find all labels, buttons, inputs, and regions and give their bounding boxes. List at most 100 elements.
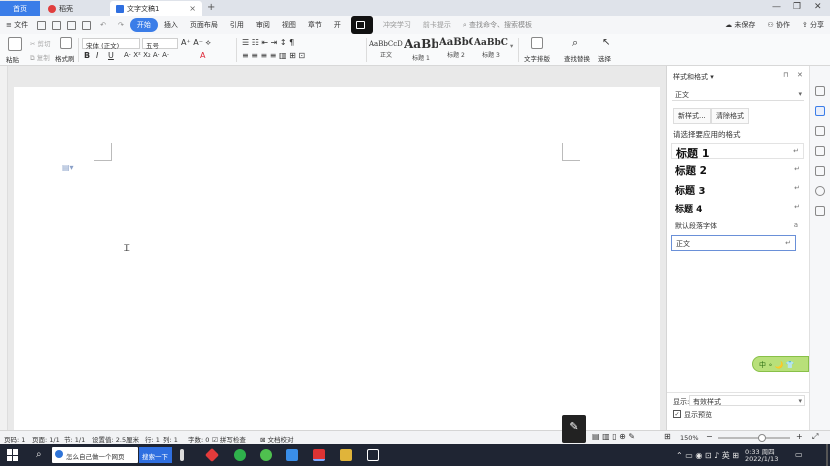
record-camera-icon[interactable] (350, 16, 373, 34)
style-item-heading-4[interactable]: 标题 4 ↵ (671, 200, 804, 216)
section-number[interactable]: 节: 1/1 (64, 434, 85, 444)
pen-icon[interactable] (815, 106, 825, 116)
list-indent-icons[interactable]: ☰ ☷ ⇤ ⇥ ↕ ¶ (242, 38, 294, 47)
close-tab-icon[interactable]: × (189, 4, 196, 13)
tab-page-layout[interactable]: 页面布局 (184, 20, 224, 30)
text-layout-icon[interactable] (531, 37, 543, 49)
underline-icon[interactable]: U (108, 51, 114, 60)
taskbar-search-box[interactable]: 怎么自己做一个网页 (52, 447, 138, 463)
style-tool-icon[interactable] (815, 86, 825, 96)
table-tool-icon[interactable] (815, 206, 825, 216)
view-mode-icons[interactable]: ▤ ▥ ▯ ⊕ ✎ (592, 432, 635, 441)
tab-docer[interactable]: 稻壳 (42, 1, 108, 16)
pen-annotation-icon[interactable]: ✎ (562, 415, 586, 443)
style-item-heading-1[interactable]: 标题 1 ↵ (671, 143, 804, 160)
paste-button[interactable]: 粘贴 (6, 54, 19, 64)
minimize-button[interactable]: — (772, 2, 781, 12)
zoom-slider-handle[interactable] (758, 434, 766, 442)
current-style-select[interactable]: 正文 ▾ (672, 88, 804, 101)
search-command[interactable]: ⌕ 查找命令、搜索模板 (457, 20, 538, 30)
select-button[interactable]: 选择 (598, 53, 611, 63)
word-count[interactable]: 字数: 0 (188, 434, 209, 444)
clear-format-button[interactable]: 清除格式 (711, 108, 749, 124)
ime-float-widget[interactable]: 中 ∘ 🌙 👕 (752, 356, 809, 372)
panel-close-icon[interactable]: ✕ (797, 71, 803, 79)
file-explorer-icon[interactable] (180, 449, 184, 461)
close-window-button[interactable]: ✕ (814, 2, 822, 12)
app-green-icon[interactable] (234, 449, 246, 461)
paragraph-layout-icon[interactable]: ▤▾ (62, 163, 74, 172)
open-icon[interactable] (37, 20, 47, 30)
page-count[interactable]: 页面: 1/1 (32, 434, 60, 444)
zoom-slider[interactable] (718, 434, 790, 442)
notification-icon[interactable]: ▭ (795, 450, 803, 459)
collab-button[interactable]: ⚇ 协作 (761, 20, 796, 30)
font-name-select[interactable]: 宋体 (正文) (82, 38, 140, 50)
tab-view[interactable]: 视图 (276, 20, 302, 30)
preview-checkbox[interactable]: ✓ (673, 410, 681, 418)
style-item-normal[interactable]: 正文 ↵ (671, 235, 796, 251)
shape-tool-icon[interactable] (815, 166, 825, 176)
font-color-icon[interactable]: A (200, 51, 205, 60)
copy-button[interactable]: ⧉ 复制 (30, 52, 50, 63)
location-icon[interactable] (815, 186, 825, 196)
zoom-in-icon[interactable]: + (796, 432, 803, 441)
tab-start[interactable]: 开始 (129, 18, 158, 32)
app-red-icon[interactable] (204, 447, 220, 463)
find-icon[interactable]: ⌕ (572, 36, 578, 50)
settings-sliders-icon[interactable] (815, 146, 825, 156)
style-normal[interactable]: AaBbCcDd 正文 (369, 37, 403, 63)
italic-icon[interactable]: I (96, 51, 98, 60)
tab-document[interactable]: 文字文稿1 × (110, 1, 202, 16)
redo-icon[interactable]: ↷ (112, 21, 130, 29)
display-select[interactable]: 有效样式 ▾ (689, 395, 805, 406)
tab-home[interactable]: 首页 (0, 1, 40, 16)
windows-start-icon[interactable] (7, 449, 19, 461)
tab-reference[interactable]: 引用 (224, 20, 250, 30)
strike-sub-sup-icons[interactable]: A· X² X₂ A· A· (124, 51, 169, 59)
format-painter-button[interactable]: 格式刷 (55, 53, 75, 63)
pin-icon[interactable]: ⊓ (783, 71, 788, 79)
taskbar-search-button[interactable]: 搜索一下 (139, 447, 172, 463)
style-item-default-font[interactable]: 默认段落字体 a (671, 219, 804, 233)
bold-icon[interactable]: B (84, 51, 90, 60)
new-style-button[interactable]: 新样式... (673, 108, 711, 124)
spell-check-toggle[interactable]: ☑ 拼写检查 (212, 434, 246, 444)
find-replace-button[interactable]: 查找替换 (564, 53, 590, 63)
page-number[interactable]: 页码: 1 (4, 434, 25, 444)
style-item-heading-2[interactable]: 标题 2 ↵ (671, 162, 804, 178)
paste-icon[interactable] (8, 37, 22, 51)
style-heading-3[interactable]: AaBbC 标题 3 (474, 37, 508, 63)
style-item-heading-3[interactable]: 标题 3 ↵ (671, 181, 804, 197)
tab-dev[interactable]: 开 (328, 20, 347, 30)
file-menu[interactable]: ≡ 文件 (0, 20, 34, 30)
zoom-level[interactable]: 150% (680, 434, 699, 442)
show-desktop-button[interactable] (826, 444, 828, 466)
tab-review[interactable]: 审阅 (250, 20, 276, 30)
grow-font-icon[interactable]: A⁺ A⁻ ⟡ (181, 38, 211, 48)
style-gallery-more-icon[interactable]: ▾ (510, 42, 513, 50)
grid-icon[interactable]: ⊞ (664, 432, 671, 441)
camera-app-icon[interactable] (367, 449, 379, 461)
maximize-button[interactable]: ❐ (793, 2, 801, 12)
undo-icon[interactable]: ↶ (94, 21, 112, 29)
save-icon[interactable] (52, 20, 62, 30)
cursor-tool-icon[interactable] (815, 126, 825, 136)
doc-proofread-toggle[interactable]: ⊠ 文档校对 (260, 434, 294, 444)
folder-icon[interactable] (340, 449, 352, 461)
tray-icons[interactable]: ⌃ ▭ ◉ ⊡ ♪ 英 ⊞ (676, 450, 739, 461)
tab-chapter[interactable]: 章节 (302, 20, 328, 30)
style-heading-2[interactable]: AaBbC 标题 2 (439, 37, 473, 63)
format-painter-icon[interactable] (60, 37, 72, 49)
wechat-icon[interactable] (260, 449, 272, 461)
zoom-out-icon[interactable]: − (706, 432, 713, 441)
wps-icon[interactable] (313, 449, 325, 461)
font-size-select[interactable]: 五号 (142, 38, 178, 50)
clock-date[interactable]: 2022/1/13 (745, 455, 778, 463)
preview-icon[interactable] (82, 20, 92, 30)
style-heading-1[interactable]: AaBb 标题 1 (404, 37, 438, 63)
unsaved-status[interactable]: ☁ 未保存 (719, 20, 761, 30)
select-cursor-icon[interactable]: ↖ (602, 37, 610, 48)
text-layout-button[interactable]: 文字排版 (524, 53, 550, 63)
setting-value[interactable]: 设置值: 2.5厘米 (92, 434, 139, 444)
